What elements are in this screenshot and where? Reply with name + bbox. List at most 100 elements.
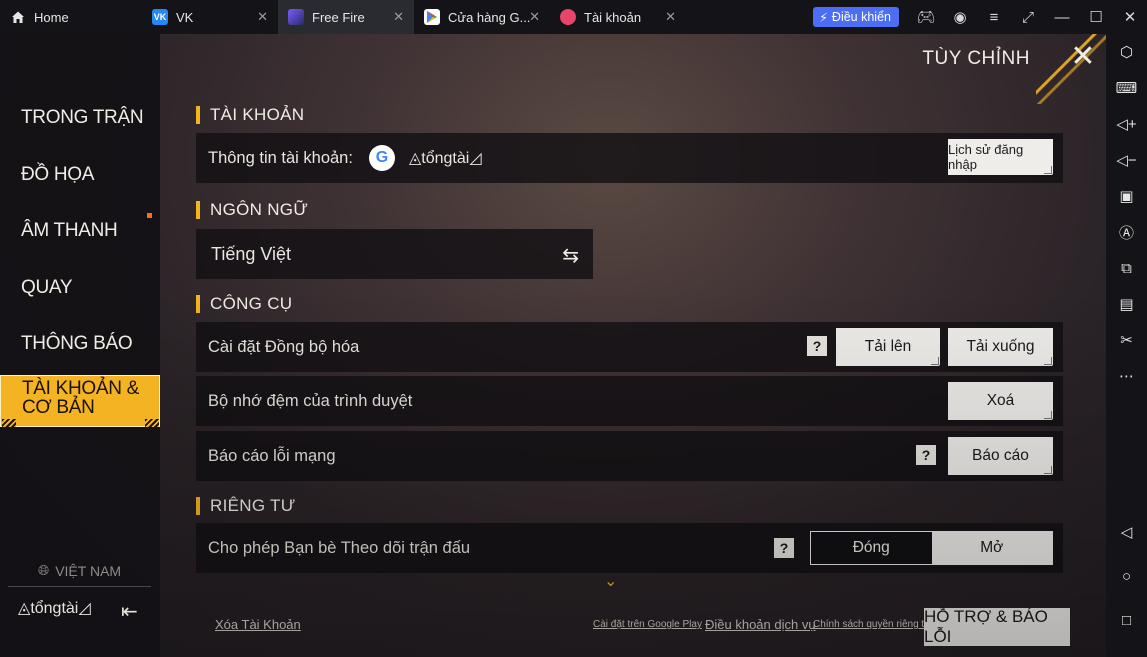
gamepad-icon[interactable]: 🎮︎ xyxy=(909,0,943,34)
recents-icon[interactable]: □ xyxy=(1106,607,1147,633)
network-report-label: Báo cáo lỗi mạng xyxy=(208,446,336,465)
google-icon: G xyxy=(368,145,395,171)
screenshot-frame-icon[interactable]: ▣ xyxy=(1106,183,1147,209)
scissors-icon[interactable]: ✂ xyxy=(1106,327,1147,353)
vk-icon: VK xyxy=(152,9,168,25)
nav-record[interactable]: QUAY xyxy=(0,277,160,299)
section-bar xyxy=(196,497,200,515)
tab-play-store[interactable]: Cửa hàng G... ✕ xyxy=(414,0,550,34)
minimize-icon[interactable]: — xyxy=(1045,0,1079,34)
multi-instance-icon[interactable]: ⧉ xyxy=(1106,255,1147,281)
linked-account-text: tổngtài xyxy=(421,150,470,167)
page-title: TÙY CHỈNH xyxy=(922,48,1030,69)
volume-down-icon[interactable]: ◁− xyxy=(1106,147,1147,173)
logout-icon[interactable]: ⇤ xyxy=(121,599,143,623)
browser-cache-label: Bộ nhớ đệm của trình duyệt xyxy=(208,391,413,410)
apk-install-icon[interactable]: ▤ xyxy=(1106,291,1147,317)
network-report-row: Báo cáo lỗi mạng ? Báo cáo xyxy=(196,431,1063,481)
logo-mark-icon: ◬ xyxy=(18,600,31,617)
help-icon[interactable]: ? xyxy=(774,538,794,558)
section-title: NGÔN NGỮ xyxy=(210,200,309,219)
game-screen: TRONG TRẬN ĐỒ HỌA ÂM THANH QUAY THÔNG BÁ… xyxy=(0,34,1106,657)
section-title: CÔNG CỤ xyxy=(210,294,293,313)
language-selector[interactable]: Tiếng Việt ⇆ xyxy=(196,229,593,279)
clear-cache-button[interactable]: Xoá xyxy=(948,382,1053,420)
maximize-icon[interactable]: ☐ xyxy=(1079,0,1113,34)
controls-label: Điều khiển xyxy=(831,10,891,24)
settings-hex-icon[interactable]: ⬡ xyxy=(1106,39,1147,65)
language-value: Tiếng Việt xyxy=(211,243,292,264)
close-window-icon[interactable]: ✕ xyxy=(1113,0,1147,34)
section-account: TÀI KHOẢN xyxy=(196,105,304,125)
settings-nav: TRONG TRẬN ĐỒ HỌA ÂM THANH QUAY THÔNG BÁ… xyxy=(0,34,160,657)
close-icon[interactable]: ✕ xyxy=(529,10,540,23)
help-icon[interactable]: ? xyxy=(807,336,827,356)
swap-arrows-icon[interactable]: ⇆ xyxy=(562,243,579,268)
tab-label: Home xyxy=(34,9,69,25)
tab-home[interactable]: Home xyxy=(0,0,142,34)
player-name-text: tổngtài xyxy=(30,600,79,617)
window-controls: ⚡ Điều khiển 🎮︎ ◉ ≡ ⤢ — ☐ ✕ xyxy=(813,0,1147,34)
section-bar xyxy=(196,106,200,124)
section-bar xyxy=(196,201,200,219)
notification-dot xyxy=(147,213,152,218)
help-icon[interactable]: ? xyxy=(916,445,936,465)
more-icon[interactable]: ⋯ xyxy=(1106,363,1147,389)
menu-icon[interactable]: ≡ xyxy=(977,0,1011,34)
home-icon xyxy=(10,9,26,25)
download-button[interactable]: Tải xuống xyxy=(948,328,1053,366)
auto-icon[interactable]: Ⓐ xyxy=(1106,219,1147,245)
close-icon[interactable]: ✕ xyxy=(257,10,268,23)
browser-cache-row: Bộ nhớ đệm của trình duyệt Xoá xyxy=(196,376,1063,426)
privacy-policy-link[interactable]: Chính sách quyền riêng tư xyxy=(813,619,931,630)
nav-in-match[interactable]: TRONG TRẬN xyxy=(0,107,160,129)
sync-settings-row: Cài đặt Đồng bộ hóa ? Tải lên Tải xuống xyxy=(196,322,1063,372)
account-info-row: Thông tin tài khoản: G ◬tổngtài◿ Lịch sử… xyxy=(196,133,1063,183)
play-store-icon xyxy=(424,9,440,25)
toggle-off-option[interactable]: Đóng xyxy=(811,532,932,564)
nav-sound[interactable]: ÂM THANH xyxy=(0,220,160,242)
report-button[interactable]: Báo cáo xyxy=(948,437,1053,475)
login-history-button[interactable]: Lịch sử đăng nhập xyxy=(948,139,1053,175)
tab-vk[interactable]: VK VK ✕ xyxy=(142,0,278,34)
tab-bar: Home VK VK ✕ Free Fire ✕ Cửa hàng G... ✕… xyxy=(0,0,1147,34)
volume-up-icon[interactable]: ◁+ xyxy=(1106,111,1147,137)
close-settings-icon[interactable]: ✕ xyxy=(1060,34,1106,78)
tab-label: Cửa hàng G... xyxy=(448,9,531,25)
player-name: ◬tổngtài◿ xyxy=(18,598,91,618)
section-tools: CÔNG CỤ xyxy=(196,294,292,314)
close-icon[interactable]: ✕ xyxy=(393,10,404,23)
account-app-icon xyxy=(560,9,576,25)
keyboard-icon[interactable]: ⌨ xyxy=(1106,75,1147,101)
expand-window-icon[interactable]: ⤢ xyxy=(1011,0,1045,34)
section-title: TÀI KHOẢN xyxy=(210,105,305,124)
region-indicator: 🌐︎ VIỆT NAM xyxy=(38,562,121,579)
close-icon[interactable]: ✕ xyxy=(665,10,676,23)
lightning-icon: ⚡ xyxy=(819,10,828,25)
google-play-settings-link[interactable]: Cài đặt trên Google Play xyxy=(593,619,702,630)
logo-mark-icon: ◿ xyxy=(78,600,91,617)
nav-account-basic[interactable]: TÀI KHOẢN & CƠ BẢN xyxy=(0,375,160,427)
logo-mark-icon: ◿ xyxy=(469,150,482,167)
chevron-down-icon[interactable]: ⌄ xyxy=(604,571,617,591)
toggle-on-option[interactable]: Mở xyxy=(931,532,1052,564)
tab-account[interactable]: Tài khoản ✕ xyxy=(550,0,686,34)
delete-account-link[interactable]: Xóa Tài Khoản xyxy=(215,617,301,632)
tab-label: Free Fire xyxy=(312,9,365,25)
region-label: VIỆT NAM xyxy=(55,562,122,579)
controls-button[interactable]: ⚡ Điều khiển xyxy=(813,7,899,27)
sync-settings-label: Cài đặt Đồng bộ hóa xyxy=(208,337,360,356)
tab-free-fire[interactable]: Free Fire ✕ xyxy=(278,0,414,34)
hazard-stripe xyxy=(145,419,159,427)
home-circle-icon[interactable]: ○ xyxy=(1106,563,1147,589)
globe-icon: 🌐︎ xyxy=(38,562,50,578)
follow-match-toggle[interactable]: Đóng Mở xyxy=(810,531,1053,565)
nav-graphics[interactable]: ĐỒ HỌA xyxy=(0,164,160,186)
account-info-label: Thông tin tài khoản: xyxy=(208,148,353,167)
back-icon[interactable]: ◁ xyxy=(1106,519,1147,545)
upload-button[interactable]: Tải lên xyxy=(836,328,940,366)
terms-link[interactable]: Điều khoản dịch vụ xyxy=(705,617,816,632)
nav-notifications[interactable]: THÔNG BÁO xyxy=(0,333,160,355)
account-circle-icon[interactable]: ◉ xyxy=(943,0,977,34)
support-report-button[interactable]: HỖ TRỢ & BÁO LỖI xyxy=(924,607,1070,646)
